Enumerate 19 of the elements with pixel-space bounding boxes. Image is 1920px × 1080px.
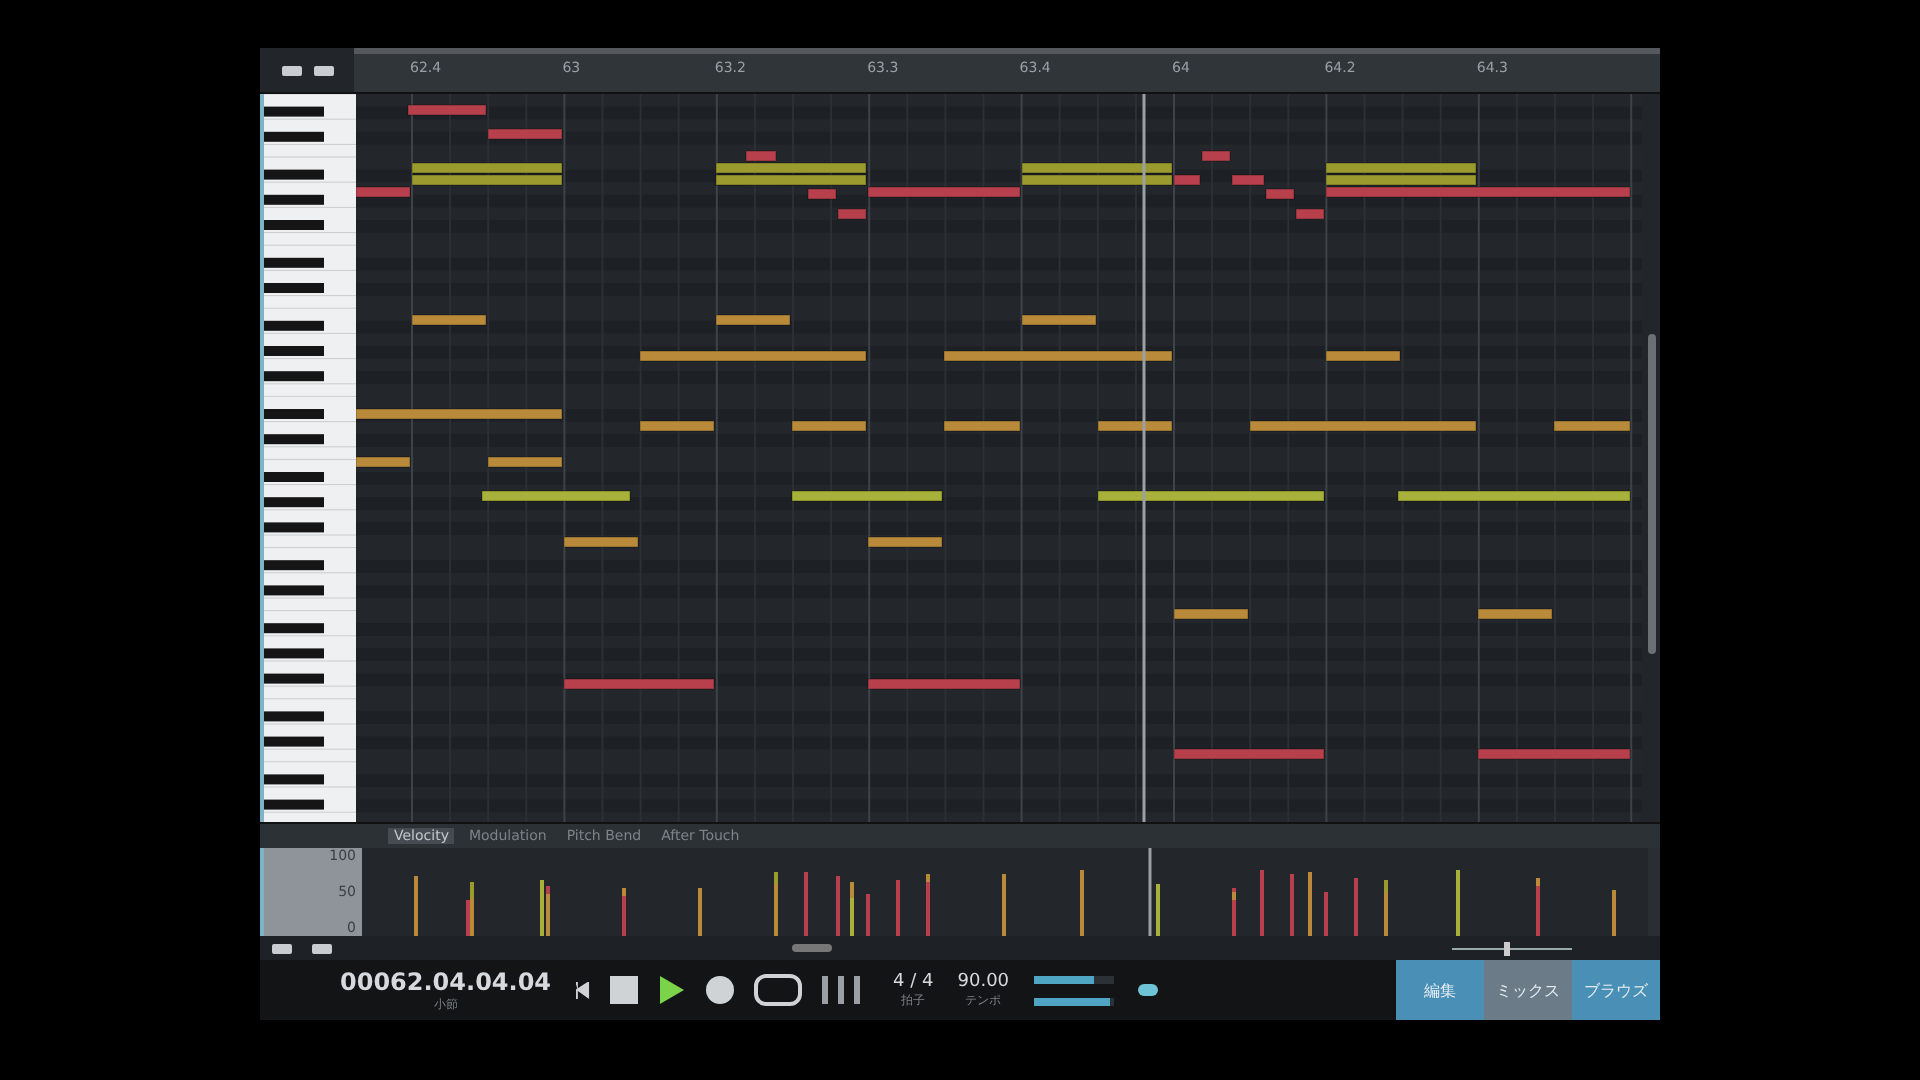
stop-icon[interactable] (609, 976, 638, 1004)
level-meter (1033, 975, 1114, 983)
toggle-icon[interactable] (1137, 984, 1158, 996)
level-meter (1033, 997, 1114, 1005)
view-button[interactable]: 編集 (1396, 960, 1484, 1020)
piano-keyboard[interactable] (260, 94, 356, 822)
note-grid-drawing[interactable] (356, 94, 1642, 822)
horizontal-scrollbar[interactable] (792, 944, 832, 952)
record-icon[interactable] (705, 976, 734, 1004)
zoom-slider-thumb[interactable] (1503, 941, 1510, 955)
view-button[interactable]: ミックス (1484, 960, 1572, 1020)
view-button[interactable]: ブラウズ (1572, 960, 1660, 1020)
rewind-icon[interactable] (575, 981, 590, 999)
time-signature: 4 / 4 (893, 971, 934, 991)
vertical-scrollbar[interactable] (1642, 94, 1660, 822)
play-icon[interactable] (657, 974, 686, 1006)
loop-icon[interactable] (753, 974, 802, 1006)
position-display: 00062.04.04.04 (340, 967, 552, 995)
tempo-value: 90.00 (957, 971, 1010, 991)
